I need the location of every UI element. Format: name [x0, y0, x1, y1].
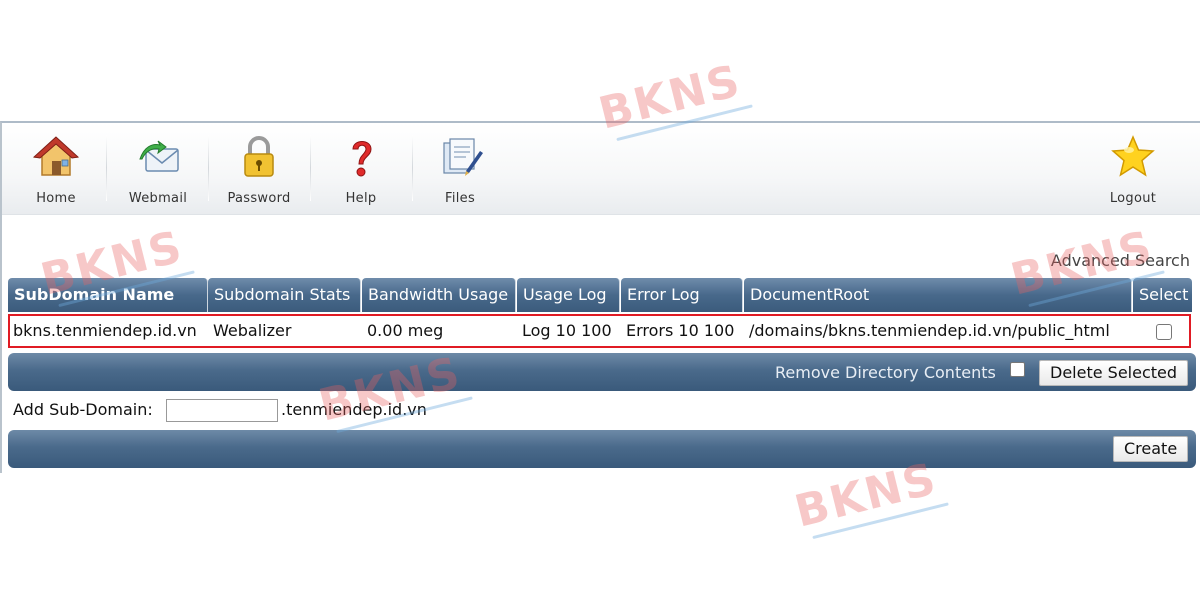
delete-action-bar: Remove Directory Contents	[8, 353, 1196, 391]
webmail-icon	[139, 140, 179, 172]
advanced-search-link[interactable]: Advanced Search	[1051, 251, 1190, 270]
toolbar-webmail[interactable]: Webmail	[108, 123, 208, 214]
help-icon	[352, 141, 372, 177]
domain-suffix: .tenmiendep.id.vn	[281, 400, 427, 419]
toolbar-home[interactable]: Home	[6, 123, 106, 214]
subdomain-stats-link[interactable]: Webalizer	[208, 314, 291, 348]
add-subdomain-label: Add Sub-Domain:	[13, 400, 153, 419]
document-root-value: /domains/bkns.tenmiendep.id.vn/public_ht…	[749, 321, 1110, 340]
bandwidth-usage-value: 0.00 meg	[367, 321, 444, 340]
delete-selected-button[interactable]: Delete Selected	[1039, 360, 1189, 386]
toolbar-help[interactable]: Help	[311, 123, 411, 214]
col-header-document-root[interactable]: DocumentRoot	[744, 278, 1132, 312]
home-icon	[32, 136, 80, 176]
error-log-links[interactable]: Errors 10 100	[621, 314, 734, 348]
row-select-checkbox[interactable]	[1156, 323, 1172, 340]
subdomain-name-link[interactable]: bkns.tenmiendep.id.vn	[8, 314, 197, 348]
create-button[interactable]: Create	[1113, 436, 1189, 462]
add-subdomain-input[interactable]	[166, 399, 278, 422]
toolbar-logout[interactable]: Logout	[1083, 123, 1183, 214]
toolbar-divider	[106, 135, 107, 201]
files-icon	[443, 138, 483, 176]
col-header-usage-log[interactable]: Usage Log	[517, 278, 620, 312]
col-header-error-log[interactable]: Error Log	[621, 278, 743, 312]
toolbar-home-label: Home	[36, 191, 76, 206]
col-header-subdomain-stats[interactable]: Subdomain Stats	[208, 278, 361, 312]
col-header-select[interactable]: Select	[1133, 278, 1192, 312]
toolbar-password-label: Password	[227, 191, 291, 206]
toolbar-password[interactable]: Password	[209, 123, 309, 214]
toolbar-files[interactable]: Files	[410, 123, 510, 214]
row-select-cell	[1156, 314, 1172, 348]
toolbar-logout-label: Logout	[1109, 191, 1157, 206]
toolbar-webmail-label: Webmail	[128, 191, 188, 206]
star-icon	[1111, 135, 1155, 177]
remove-directory-contents-label: Remove Directory Contents	[775, 363, 996, 382]
col-header-subdomain-name[interactable]: SubDomain Name	[8, 278, 208, 312]
top-toolbar: Home Webmail Password Help Files Logout	[2, 123, 1200, 215]
col-header-bandwidth-usage[interactable]: Bandwidth Usage	[362, 278, 516, 312]
create-action-bar	[8, 430, 1196, 468]
usage-log-links[interactable]: Log 10 100	[517, 314, 612, 348]
lock-icon	[244, 136, 274, 177]
toolbar-files-label: Files	[444, 191, 476, 206]
remove-directory-contents-checkbox[interactable]	[1010, 362, 1025, 377]
toolbar-help-label: Help	[345, 191, 377, 206]
